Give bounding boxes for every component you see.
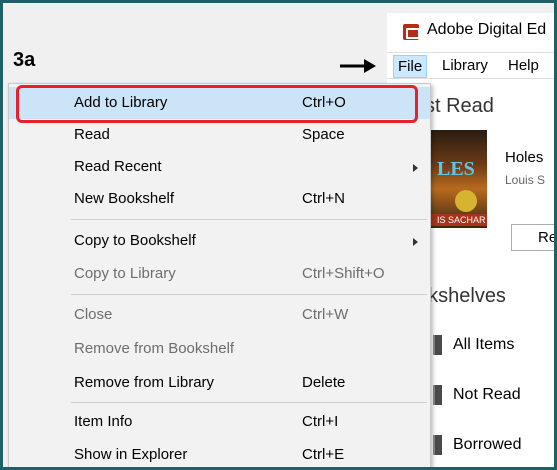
submenu-arrow-icon xyxy=(413,164,418,172)
menu-item-show-in-explorer[interactable]: Show in Explorer Ctrl+E xyxy=(9,439,430,467)
menu-item-label: Show in Explorer xyxy=(74,446,188,463)
app-title: Adobe Digital Ed xyxy=(427,21,547,38)
adobe-digital-editions-icon xyxy=(403,24,420,40)
menu-item-copy-to-library: Copy to Library Ctrl+Shift+O xyxy=(9,258,430,290)
menu-item-label: Read Recent xyxy=(74,158,162,175)
menu-item-read-recent[interactable]: Read Recent xyxy=(9,151,430,183)
menu-item-remove-from-bookshelf: Remove from Bookshelf xyxy=(9,333,430,365)
file-dropdown-menu: Add to Library Ctrl+O Read Space Read Re… xyxy=(8,83,431,467)
menu-item-shortcut: Ctrl+Shift+O xyxy=(302,265,385,282)
menu-item-copy-to-bookshelf[interactable]: Copy to Bookshelf xyxy=(9,225,430,257)
bookshelf-icon xyxy=(433,385,442,405)
menu-item-label: Copy to Bookshelf xyxy=(74,232,196,249)
pointer-arrow-icon xyxy=(340,59,376,73)
shelf-all-items[interactable]: All Items xyxy=(453,336,514,354)
bookshelf-icon xyxy=(433,335,442,355)
menu-item-shortcut: Ctrl+W xyxy=(302,306,349,323)
shelf-not-read[interactable]: Not Read xyxy=(453,386,521,404)
shelf-borrowed[interactable]: Borrowed xyxy=(453,436,521,454)
menu-item-label: Copy to Library xyxy=(74,265,176,282)
cover-title-text: LES xyxy=(437,158,475,180)
menu-item-shortcut: Ctrl+I xyxy=(302,413,339,430)
menu-separator xyxy=(71,294,427,295)
last-read-heading: st Read xyxy=(425,95,494,117)
menu-help[interactable]: Help xyxy=(508,57,539,74)
menu-item-item-info[interactable]: Item Info Ctrl+I xyxy=(9,406,430,438)
book-author: Louis S xyxy=(505,173,546,187)
menu-item-read[interactable]: Read Space xyxy=(9,119,430,151)
menu-item-close: Close Ctrl+W xyxy=(9,299,430,331)
menu-item-shortcut: Ctrl+N xyxy=(302,190,345,207)
menu-item-label: Remove from Bookshelf xyxy=(74,340,235,357)
menu-item-label: New Bookshelf xyxy=(74,190,175,207)
step-highlight-outline xyxy=(16,85,418,123)
menu-item-label: Close xyxy=(74,306,113,323)
menu-separator xyxy=(71,402,427,403)
read-button[interactable]: Re xyxy=(511,224,554,251)
menu-file[interactable]: File xyxy=(393,55,427,78)
menu-item-new-bookshelf[interactable]: New Bookshelf Ctrl+N xyxy=(9,183,430,215)
menu-item-label: Item Info xyxy=(74,413,133,430)
menu-item-remove-from-library[interactable]: Remove from Library Delete xyxy=(9,367,430,399)
submenu-arrow-icon xyxy=(413,238,418,246)
step-label: 3a xyxy=(13,49,36,71)
menu-item-shortcut: Ctrl+E xyxy=(302,446,345,463)
book-title: Holes xyxy=(505,149,544,166)
cover-author-text: IS SACHAR xyxy=(431,214,487,226)
menu-library[interactable]: Library xyxy=(442,57,488,74)
book-cover-image[interactable]: LES IS SACHAR xyxy=(431,130,487,228)
menu-bar: File Library Help xyxy=(387,53,554,79)
menu-item-label: Read xyxy=(74,126,110,143)
menu-item-label: Remove from Library xyxy=(74,374,215,391)
menu-item-shortcut: Delete xyxy=(302,374,346,391)
menu-separator xyxy=(71,219,427,220)
menu-item-shortcut: Space xyxy=(302,126,345,143)
screenshot-frame: Adobe Digital Ed File Library Help st Re… xyxy=(0,0,557,470)
bookshelf-icon xyxy=(433,435,442,455)
cover-sun-graphic xyxy=(455,190,477,212)
app-title-bar: Adobe Digital Ed xyxy=(387,13,554,53)
